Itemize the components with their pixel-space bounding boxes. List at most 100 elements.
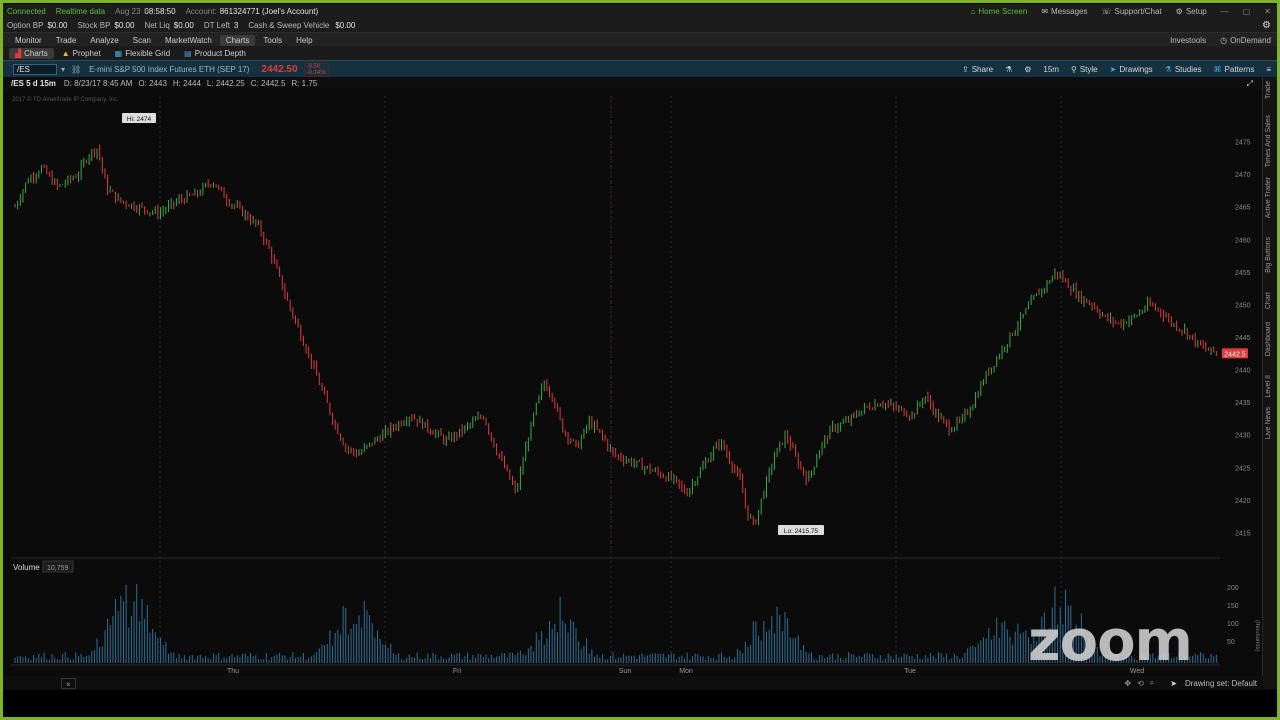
- tab-charts[interactable]: Charts: [219, 34, 256, 46]
- setup-button[interactable]: ⚙ Setup: [1176, 7, 1207, 16]
- volume-tick: 200: [1227, 585, 1239, 592]
- drawing-set-label[interactable]: Drawing set: Default: [1185, 679, 1257, 688]
- sidebar-live-news[interactable]: Live News: [1265, 407, 1272, 439]
- investools-link[interactable]: Investools: [1170, 36, 1206, 45]
- home-icon: ⌂: [970, 7, 976, 16]
- beaker-icon: ⚗: [1164, 65, 1172, 74]
- sidebar-level-ii[interactable]: Level II: [1265, 375, 1272, 398]
- volume-axis: 200 150 100 50: [1227, 585, 1239, 646]
- volume-tick: 100: [1227, 621, 1239, 628]
- clock-icon: ◷: [1220, 35, 1228, 45]
- cursor-icon[interactable]: ➤: [1170, 679, 1177, 688]
- price-tick: 2450: [1235, 302, 1251, 309]
- symbol-dropdown-icon[interactable]: ▾: [61, 65, 65, 74]
- tab-help[interactable]: Help: [290, 35, 318, 46]
- support-chat-button[interactable]: ☏ Support/Chat: [1102, 7, 1162, 16]
- maximize-button[interactable]: ▢: [1243, 7, 1251, 16]
- patterns-icon: ⌘: [1213, 65, 1222, 74]
- timeframe-selector[interactable]: 15m: [1043, 65, 1059, 74]
- subtab-product-depth[interactable]: ▤ Product Depth: [178, 48, 252, 59]
- chart-labels: Hi: 2474 Lo: 2415.75 2442.5: [122, 113, 1248, 535]
- price-tick: 2445: [1235, 335, 1251, 342]
- chart-icon: ▟: [15, 48, 22, 58]
- sub-tabs: ▟ Charts ▲ Prophet ▦ Flexible Grid ▤ Product…: [3, 46, 1277, 60]
- price-tick: 2425: [1235, 465, 1251, 472]
- chart-settings-icon[interactable]: ⚙: [1024, 65, 1031, 74]
- copyright-text: 2017 © TD Ameritrade IP Company, Inc.: [12, 96, 119, 103]
- volume-tick: 50: [1227, 639, 1235, 646]
- layout-gear-icon[interactable]: ⚙: [1262, 20, 1271, 31]
- menu-icon[interactable]: ≡: [1266, 65, 1271, 74]
- sidebar-dashboard[interactable]: Dashboard: [1265, 322, 1272, 356]
- volume-value: 10,759: [47, 565, 69, 572]
- tab-marketwatch[interactable]: MarketWatch: [159, 35, 218, 46]
- price-tick: 2440: [1235, 368, 1251, 375]
- ohlc-date: D: 8/23/17 8:45 AM: [63, 79, 133, 88]
- grid-icon: ▦: [114, 48, 123, 58]
- drawings-button[interactable]: ➤ Drawings: [1110, 65, 1153, 74]
- close-button[interactable]: ✕: [1264, 7, 1271, 16]
- last-price: 2442.50: [261, 64, 298, 75]
- minimize-button[interactable]: —: [1221, 7, 1229, 16]
- price-tick: 2465: [1235, 205, 1251, 212]
- subtab-charts[interactable]: ▟ Charts: [9, 47, 54, 59]
- patterns-button[interactable]: ⌘ Patterns: [1214, 65, 1255, 74]
- price-chart[interactable]: 2017 © TD Ameritrade IP Company, Inc. 24…: [3, 90, 1260, 690]
- price-candles: [14, 144, 1217, 526]
- status-date: Aug 23: [115, 7, 141, 16]
- tab-monitor[interactable]: Monitor: [9, 35, 48, 46]
- price-tick: 2415: [1235, 530, 1251, 537]
- reset-icon[interactable]: ⟲: [1137, 679, 1144, 688]
- net-liq-label: Net Liq: [144, 21, 170, 30]
- ohlc-close: C: 2442.5: [250, 79, 286, 88]
- stock-bp-value: $0.00: [114, 21, 135, 30]
- chart-header: /ES 5 d 15m: [11, 79, 56, 88]
- price-tick: 2435: [1235, 400, 1251, 407]
- flask-icon[interactable]: ⚗: [1005, 65, 1012, 74]
- sidebar-big-buttons[interactable]: Big Buttons: [1265, 237, 1272, 273]
- studies-button[interactable]: ⚗ Studies: [1165, 65, 1202, 74]
- link-icon[interactable]: ⛓: [71, 65, 81, 74]
- tab-scan[interactable]: Scan: [127, 35, 157, 46]
- sidebar-trade[interactable]: Trade: [1265, 81, 1272, 99]
- right-gadget-sidebar: Trade Times And Sales Active Trader Big …: [1262, 77, 1277, 689]
- style-icon: ⚲: [1070, 65, 1077, 74]
- tab-tools[interactable]: Tools: [257, 35, 288, 46]
- lo-label: Lo: 2415.75: [784, 528, 819, 535]
- balances-bar: Option BP $0.00 Stock BP $0.00 Net Liq $…: [3, 19, 1277, 32]
- net-change: -3.50 -0.14%: [303, 62, 329, 77]
- tab-analyze[interactable]: Analyze: [84, 35, 124, 46]
- time-axis: Thu Fri Sun Mon Tue Wed: [227, 668, 1144, 675]
- pan-icon[interactable]: ✥: [1124, 679, 1131, 688]
- crosshair-icon[interactable]: ⤢: [1247, 79, 1253, 89]
- ohlc-open: O: 2443: [138, 79, 167, 88]
- home-screen-button[interactable]: ⌂ Home Screen: [971, 7, 1028, 16]
- price-tick: 2420: [1235, 498, 1251, 505]
- dt-left-label: DT Left: [203, 21, 230, 30]
- tab-trade[interactable]: Trade: [50, 35, 83, 46]
- sidebar-chart[interactable]: Chart: [1265, 292, 1272, 309]
- cash-value: $0.00: [335, 21, 356, 30]
- subtab-flexible-grid[interactable]: ▦ Flexible Grid: [109, 48, 176, 59]
- option-bp-label: Option BP: [7, 21, 44, 30]
- ohlc-high: H: 2444: [172, 79, 201, 88]
- messages-button[interactable]: ✉ Messages: [1041, 7, 1087, 16]
- collapse-icon[interactable]: ⌅: [61, 677, 76, 689]
- ondemand-button[interactable]: ◷ OnDemand: [1220, 36, 1271, 45]
- subtab-prophet[interactable]: ▲ Prophet: [56, 48, 107, 59]
- account-selector[interactable]: 861324771 (Joel's Account): [220, 7, 318, 16]
- share-button[interactable]: ⇪ Share: [962, 65, 993, 74]
- zoom-watermark: zoom: [1028, 609, 1193, 674]
- dt-left-value: 3: [233, 21, 239, 30]
- symbol-input[interactable]: /ES: [13, 64, 57, 75]
- symbol-description: E-mini S&P 500 Index Futures ETH (SEP 17…: [89, 65, 250, 74]
- style-button[interactable]: ⚲ Style: [1071, 65, 1098, 74]
- main-tabs: Monitor Trade Analyze Scan MarketWatch C…: [3, 32, 1277, 47]
- ohlc-range: R: 1.75: [291, 79, 318, 88]
- time-tick-mon: Mon: [679, 668, 693, 675]
- sidebar-active-trader[interactable]: Active Trader: [1265, 177, 1272, 218]
- zoom-icon[interactable]: ⌕: [1150, 678, 1154, 688]
- last-price-tag: 2442.5: [1224, 351, 1246, 358]
- price-axis: 2415 2420 2425 2430 2435 2440 2445 2450 2455 2460…: [1235, 140, 1251, 538]
- sidebar-times-and-sales[interactable]: Times And Sales: [1265, 115, 1272, 167]
